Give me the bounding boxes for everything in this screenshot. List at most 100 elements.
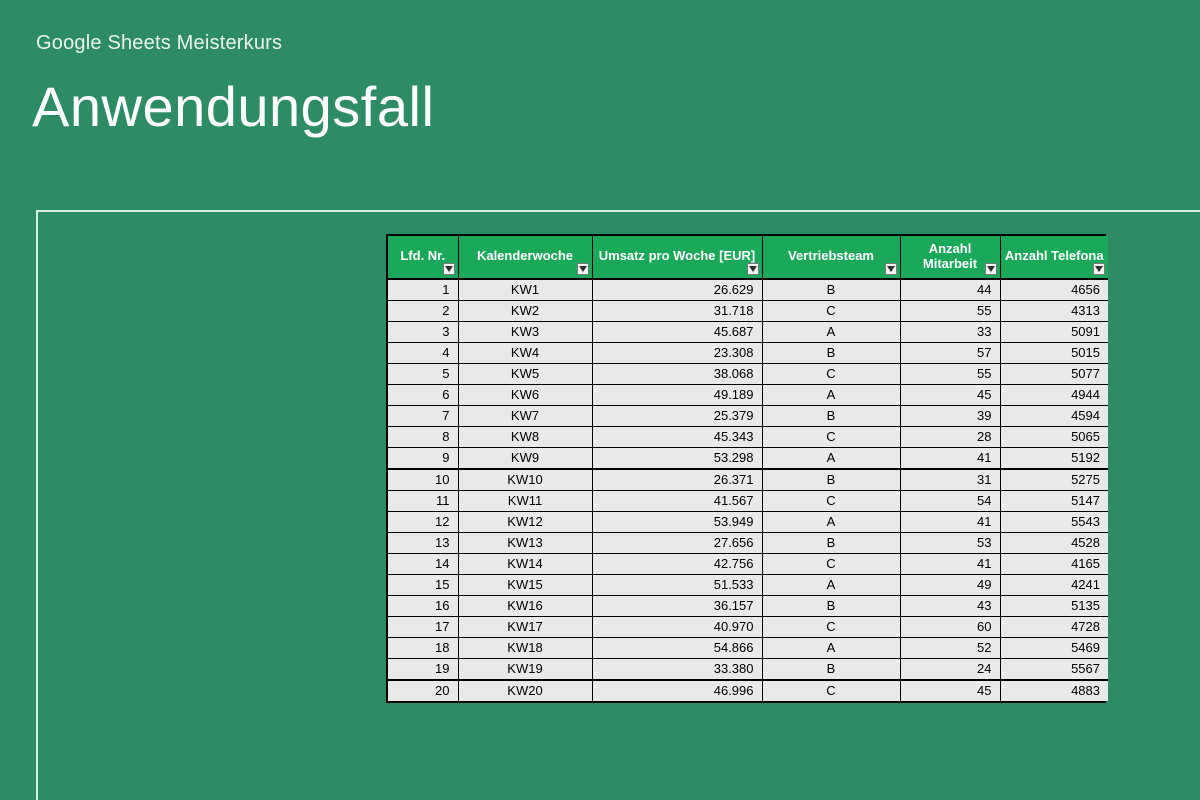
table-cell[interactable]: 15: [388, 574, 458, 595]
table-cell[interactable]: KW8: [458, 426, 592, 447]
table-cell[interactable]: 13: [388, 532, 458, 553]
table-cell[interactable]: 10: [388, 469, 458, 491]
table-cell[interactable]: 27.656: [592, 532, 762, 553]
filter-dropdown-icon[interactable]: [747, 263, 759, 275]
table-cell[interactable]: 5: [388, 363, 458, 384]
table-cell[interactable]: 4165: [1000, 553, 1108, 574]
table-cell[interactable]: 5077: [1000, 363, 1108, 384]
column-header[interactable]: Vertriebsteam: [762, 236, 900, 279]
table-cell[interactable]: 24: [900, 658, 1000, 680]
table-cell[interactable]: KW14: [458, 553, 592, 574]
table-cell[interactable]: C: [762, 680, 900, 701]
table-cell[interactable]: 45: [900, 384, 1000, 405]
table-cell[interactable]: 41: [900, 447, 1000, 469]
table-cell[interactable]: 17: [388, 616, 458, 637]
column-header[interactable]: Lfd. Nr.: [388, 236, 458, 279]
table-cell[interactable]: 45.343: [592, 426, 762, 447]
table-cell[interactable]: 33: [900, 321, 1000, 342]
table-cell[interactable]: 52: [900, 637, 1000, 658]
table-cell[interactable]: B: [762, 595, 900, 616]
table-cell[interactable]: 55: [900, 300, 1000, 321]
table-cell[interactable]: 40.970: [592, 616, 762, 637]
table-cell[interactable]: 12: [388, 511, 458, 532]
table-cell[interactable]: B: [762, 279, 900, 301]
table-cell[interactable]: 4313: [1000, 300, 1108, 321]
table-cell[interactable]: 49.189: [592, 384, 762, 405]
table-cell[interactable]: 53.949: [592, 511, 762, 532]
table-cell[interactable]: 51.533: [592, 574, 762, 595]
table-cell[interactable]: 18: [388, 637, 458, 658]
filter-dropdown-icon[interactable]: [577, 263, 589, 275]
table-cell[interactable]: 26.629: [592, 279, 762, 301]
table-cell[interactable]: 20: [388, 680, 458, 701]
table-cell[interactable]: 53: [900, 532, 1000, 553]
table-cell[interactable]: KW13: [458, 532, 592, 553]
table-cell[interactable]: 9: [388, 447, 458, 469]
table-cell[interactable]: 5192: [1000, 447, 1108, 469]
table-cell[interactable]: 57: [900, 342, 1000, 363]
table-cell[interactable]: B: [762, 405, 900, 426]
table-cell[interactable]: A: [762, 321, 900, 342]
table-cell[interactable]: 4594: [1000, 405, 1108, 426]
table-cell[interactable]: 39: [900, 405, 1000, 426]
table-cell[interactable]: B: [762, 658, 900, 680]
table-cell[interactable]: KW4: [458, 342, 592, 363]
table-cell[interactable]: 46.996: [592, 680, 762, 701]
table-cell[interactable]: 4241: [1000, 574, 1108, 595]
table-cell[interactable]: 31: [900, 469, 1000, 491]
table-cell[interactable]: A: [762, 574, 900, 595]
filter-dropdown-icon[interactable]: [885, 263, 897, 275]
table-cell[interactable]: KW6: [458, 384, 592, 405]
table-cell[interactable]: 41: [900, 553, 1000, 574]
table-cell[interactable]: C: [762, 300, 900, 321]
table-cell[interactable]: KW18: [458, 637, 592, 658]
table-cell[interactable]: KW10: [458, 469, 592, 491]
table-cell[interactable]: B: [762, 342, 900, 363]
table-cell[interactable]: 11: [388, 490, 458, 511]
table-cell[interactable]: 2: [388, 300, 458, 321]
table-cell[interactable]: KW1: [458, 279, 592, 301]
table-cell[interactable]: 44: [900, 279, 1000, 301]
table-cell[interactable]: KW3: [458, 321, 592, 342]
table-cell[interactable]: C: [762, 363, 900, 384]
table-cell[interactable]: KW20: [458, 680, 592, 701]
filter-dropdown-icon[interactable]: [985, 263, 997, 275]
table-cell[interactable]: 19: [388, 658, 458, 680]
table-cell[interactable]: A: [762, 384, 900, 405]
column-header[interactable]: Anzahl Mitarbeit: [900, 236, 1000, 279]
table-cell[interactable]: 38.068: [592, 363, 762, 384]
table-cell[interactable]: 5147: [1000, 490, 1108, 511]
table-cell[interactable]: 1: [388, 279, 458, 301]
table-cell[interactable]: KW11: [458, 490, 592, 511]
table-cell[interactable]: 41: [900, 511, 1000, 532]
table-cell[interactable]: 5469: [1000, 637, 1108, 658]
table-cell[interactable]: KW16: [458, 595, 592, 616]
table-cell[interactable]: KW9: [458, 447, 592, 469]
table-cell[interactable]: A: [762, 447, 900, 469]
table-cell[interactable]: C: [762, 553, 900, 574]
table-cell[interactable]: 54: [900, 490, 1000, 511]
table-cell[interactable]: 54.866: [592, 637, 762, 658]
table-cell[interactable]: 4656: [1000, 279, 1108, 301]
table-cell[interactable]: 42.756: [592, 553, 762, 574]
table-cell[interactable]: B: [762, 532, 900, 553]
table-cell[interactable]: 7: [388, 405, 458, 426]
table-cell[interactable]: 5065: [1000, 426, 1108, 447]
table-cell[interactable]: KW17: [458, 616, 592, 637]
column-header[interactable]: Anzahl Telefona: [1000, 236, 1108, 279]
table-cell[interactable]: KW15: [458, 574, 592, 595]
table-cell[interactable]: 4728: [1000, 616, 1108, 637]
table-cell[interactable]: 26.371: [592, 469, 762, 491]
table-cell[interactable]: 14: [388, 553, 458, 574]
table-cell[interactable]: 5091: [1000, 321, 1108, 342]
filter-dropdown-icon[interactable]: [443, 263, 455, 275]
table-cell[interactable]: 45: [900, 680, 1000, 701]
table-cell[interactable]: 4883: [1000, 680, 1108, 701]
table-cell[interactable]: 45.687: [592, 321, 762, 342]
table-cell[interactable]: A: [762, 637, 900, 658]
table-cell[interactable]: C: [762, 426, 900, 447]
table-cell[interactable]: 5015: [1000, 342, 1108, 363]
table-cell[interactable]: 55: [900, 363, 1000, 384]
table-cell[interactable]: A: [762, 511, 900, 532]
table-cell[interactable]: 49: [900, 574, 1000, 595]
